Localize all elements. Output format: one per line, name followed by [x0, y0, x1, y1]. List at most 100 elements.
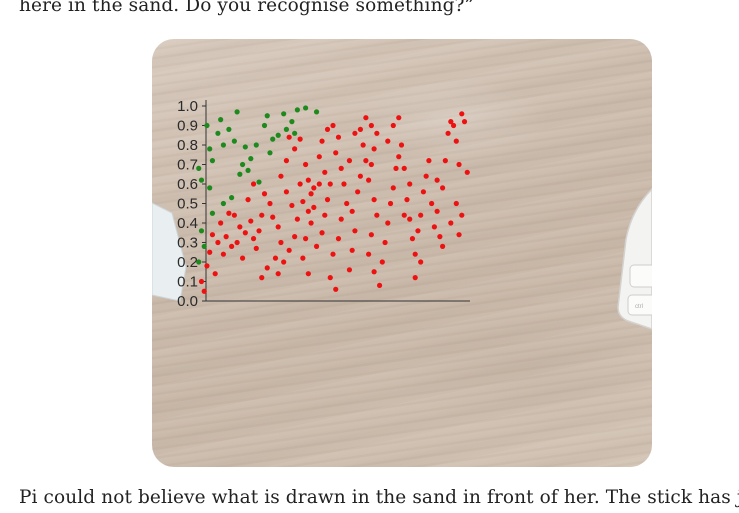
green-data-point	[292, 130, 298, 136]
red-data-point	[335, 236, 342, 242]
red-data-point	[390, 185, 396, 191]
red-data-point	[349, 247, 355, 253]
y-tick-label: 0.3	[177, 235, 198, 252]
red-data-point	[297, 136, 303, 142]
keyboard-corner: ctrl	[617, 187, 652, 330]
y-tick-label: 0.8	[177, 137, 198, 154]
red-data-point	[396, 115, 402, 121]
red-data-point	[412, 251, 418, 257]
red-data-point	[357, 126, 363, 132]
y-tick-label: 0.5	[177, 196, 198, 213]
red-data-point	[371, 146, 377, 152]
green-data-point	[289, 119, 295, 125]
red-data-point	[322, 212, 328, 218]
red-data-point	[237, 224, 243, 230]
red-data-point	[344, 200, 350, 207]
red-data-point	[374, 130, 380, 136]
red-data-point	[305, 177, 311, 183]
red-data-point	[429, 200, 435, 207]
red-data-point	[423, 173, 429, 179]
red-data-point	[445, 130, 451, 136]
green-data-point	[198, 228, 205, 234]
red-data-point	[286, 247, 292, 253]
red-data-point	[327, 181, 333, 187]
red-data-point	[234, 239, 240, 246]
red-data-point	[352, 130, 358, 136]
red-data-point	[418, 259, 424, 265]
red-data-point	[412, 275, 418, 281]
red-data-point	[368, 232, 374, 238]
green-data-point	[267, 150, 273, 156]
green-data-point	[196, 259, 202, 265]
green-data-point	[220, 142, 226, 148]
green-data-point	[229, 195, 235, 201]
red-data-point	[272, 255, 279, 261]
scatter-chart: 0.0 0.1 0.2 0.3 0.4 0.5 0.6 0.7 0.8 0.9 1.0	[177, 98, 470, 310]
red-data-point	[303, 161, 309, 168]
red-data-point	[401, 165, 407, 171]
keyboard-key	[629, 264, 652, 288]
y-tick-label: 0.9	[177, 118, 198, 135]
red-data-point	[226, 210, 232, 216]
red-data-point	[212, 271, 218, 277]
green-data-point	[261, 122, 268, 129]
green-data-point	[198, 177, 205, 183]
story-paragraph: Pi could not believe what is drawn in th…	[19, 487, 739, 508]
red-data-point	[333, 286, 339, 292]
red-data-point	[387, 200, 394, 207]
green-data-point	[242, 144, 248, 150]
green-data-point	[248, 156, 254, 162]
green-data-point	[231, 138, 237, 144]
red-data-point	[245, 197, 251, 203]
red-data-point	[420, 189, 427, 195]
red-data-point	[311, 204, 317, 210]
red-data-point	[450, 122, 457, 129]
red-data-point	[456, 232, 462, 238]
red-data-point	[355, 189, 361, 195]
red-data-point	[393, 165, 399, 171]
red-data-point	[453, 200, 459, 207]
green-data-point	[201, 243, 207, 249]
red-data-point	[407, 216, 413, 222]
red-data-point	[335, 134, 342, 140]
green-data-point	[264, 113, 270, 119]
red-data-point	[404, 197, 410, 203]
red-data-point	[442, 158, 448, 164]
red-data-point	[376, 282, 383, 288]
sand-photo: ctrl 0.0 0.1 0.2 0.3 0.4 0.5 0.6 0.7 0.8 0.9 1.0	[152, 39, 652, 467]
red-data-point	[415, 228, 421, 234]
red-data-point	[341, 181, 347, 187]
red-data-point	[250, 236, 257, 242]
red-data-point	[401, 212, 407, 218]
red-data-point	[259, 275, 265, 281]
green-data-point	[270, 136, 276, 142]
red-data-point	[385, 220, 391, 226]
red-data-point	[338, 165, 344, 171]
red-data-point	[352, 228, 358, 234]
red-data-point	[289, 202, 295, 209]
red-data-point	[346, 267, 353, 273]
red-data-point	[316, 154, 322, 160]
sand-photo-scene: ctrl 0.0 0.1 0.2 0.3 0.4 0.5 0.6 0.7 0.8 0.9 1.0	[152, 98, 652, 330]
red-data-point	[390, 122, 396, 129]
green-data-point	[253, 142, 259, 148]
green-data-point	[207, 146, 213, 152]
red-data-point	[338, 216, 344, 222]
red-data-point	[371, 197, 377, 203]
red-data-point	[319, 230, 325, 236]
green-data-point	[237, 171, 243, 177]
red-data-point	[349, 208, 355, 214]
red-data-point	[464, 169, 470, 175]
red-data-point	[201, 288, 207, 294]
green-data-point	[220, 200, 226, 207]
green-data-point	[207, 185, 213, 191]
green-data-point	[239, 161, 246, 168]
green-data-point	[204, 122, 210, 129]
red-data-point	[324, 197, 331, 203]
red-data-point	[231, 212, 237, 218]
red-data-point	[286, 134, 292, 140]
red-data-point	[281, 259, 287, 265]
red-data-point	[253, 245, 259, 251]
red-data-point	[324, 126, 331, 132]
red-data-point	[330, 251, 336, 257]
